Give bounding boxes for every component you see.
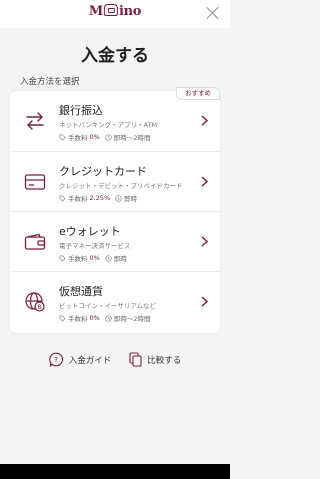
- method-meta: 手数料 2.25% 即時: [59, 193, 137, 203]
- copy-pages-icon: [129, 352, 142, 367]
- clock-icon: [105, 314, 112, 322]
- processing-time: 即時: [124, 195, 138, 203]
- fee-label: 手数料: [68, 195, 88, 203]
- method-name: 銀行振込: [59, 104, 103, 117]
- section-label: 入金方法を選択: [20, 77, 80, 87]
- method-meta: 手数料 0% 即時〜2時間: [59, 132, 150, 142]
- compare-label: 比較する: [147, 355, 182, 366]
- tag-icon: [59, 134, 66, 141]
- method-crypto[interactable]: B 仮想通貨 ビットコイン・イーサリアムなど 手数料 0% 即時〜2時間: [10, 271, 220, 331]
- method-meta: 手数料 0% 即時〜2時間: [59, 313, 150, 323]
- method-e-wallet[interactable]: eウォレット 電子マネー決済サービス 手数料 0% 即時: [10, 211, 220, 271]
- clock-icon: [105, 133, 112, 141]
- bank-transfer-arrows-icon: [22, 110, 48, 132]
- app-header: Mino: [0, 0, 230, 28]
- wallet-icon: [22, 231, 48, 253]
- footer-links: ? 入金ガイド 比較する: [0, 352, 230, 367]
- fee-value: 0%: [89, 254, 100, 262]
- fee-label: 手数料: [68, 134, 88, 142]
- deposit-methods-card: おすすめ 銀行振込 ネットバンキング・アプリ・ATM 手数料 0% 即時〜2時間…: [10, 87, 220, 333]
- clock-icon: [105, 254, 112, 262]
- method-name: 仮想通貨: [59, 285, 103, 298]
- brand-logo: Mino: [89, 4, 141, 19]
- method-description: ビットコイン・イーサリアムなど: [59, 302, 156, 310]
- logo-chest-icon: [103, 4, 118, 16]
- method-description: ネットバンキング・アプリ・ATM: [59, 121, 158, 129]
- fee-value: 0%: [89, 314, 100, 322]
- close-icon[interactable]: [206, 6, 220, 20]
- fee-value: 0%: [89, 133, 100, 141]
- tag-icon: [59, 195, 66, 202]
- deposit-guide-link[interactable]: ? 入金ガイド: [49, 352, 112, 367]
- fee-label: 手数料: [68, 255, 88, 263]
- method-credit-card[interactable]: クレジットカード クレジット・デビット・プリペイドカード 手数料 2.25% 即…: [10, 151, 220, 211]
- page-title: 入金する: [81, 46, 149, 66]
- fee-label: 手数料: [68, 315, 88, 323]
- logo-text-left: M: [88, 4, 103, 19]
- svg-text:?: ?: [54, 356, 58, 364]
- processing-time: 即時〜2時間: [113, 315, 151, 323]
- tag-icon: [59, 315, 66, 322]
- method-description: 電子マネー決済サービス: [59, 242, 131, 250]
- system-home-bar: [0, 464, 230, 479]
- method-name: クレジットカード: [59, 165, 147, 178]
- chevron-right-icon: [201, 176, 208, 187]
- chevron-right-icon: [201, 236, 208, 247]
- processing-time: 即時〜2時間: [113, 134, 151, 142]
- crypto-globe-icon: B: [22, 291, 48, 313]
- compare-link[interactable]: 比較する: [129, 352, 181, 367]
- fee-value: 2.25%: [89, 194, 111, 202]
- question-bubble-icon: ?: [49, 352, 63, 367]
- method-bank-transfer[interactable]: 銀行振込 ネットバンキング・アプリ・ATM 手数料 0% 即時〜2時間: [10, 91, 220, 151]
- method-description: クレジット・デビット・プリペイドカード: [59, 182, 183, 190]
- logo-text-right: ino: [118, 4, 142, 19]
- tag-icon: [59, 255, 66, 262]
- processing-time: 即時: [113, 255, 127, 263]
- credit-card-icon: [22, 171, 48, 193]
- chevron-right-icon: [201, 296, 208, 307]
- method-name: eウォレット: [59, 225, 121, 238]
- clock-icon: [115, 194, 122, 202]
- method-meta: 手数料 0% 即時: [59, 253, 127, 263]
- deposit-guide-label: 入金ガイド: [68, 355, 112, 366]
- chevron-right-icon: [201, 115, 208, 126]
- svg-text:B: B: [38, 304, 42, 311]
